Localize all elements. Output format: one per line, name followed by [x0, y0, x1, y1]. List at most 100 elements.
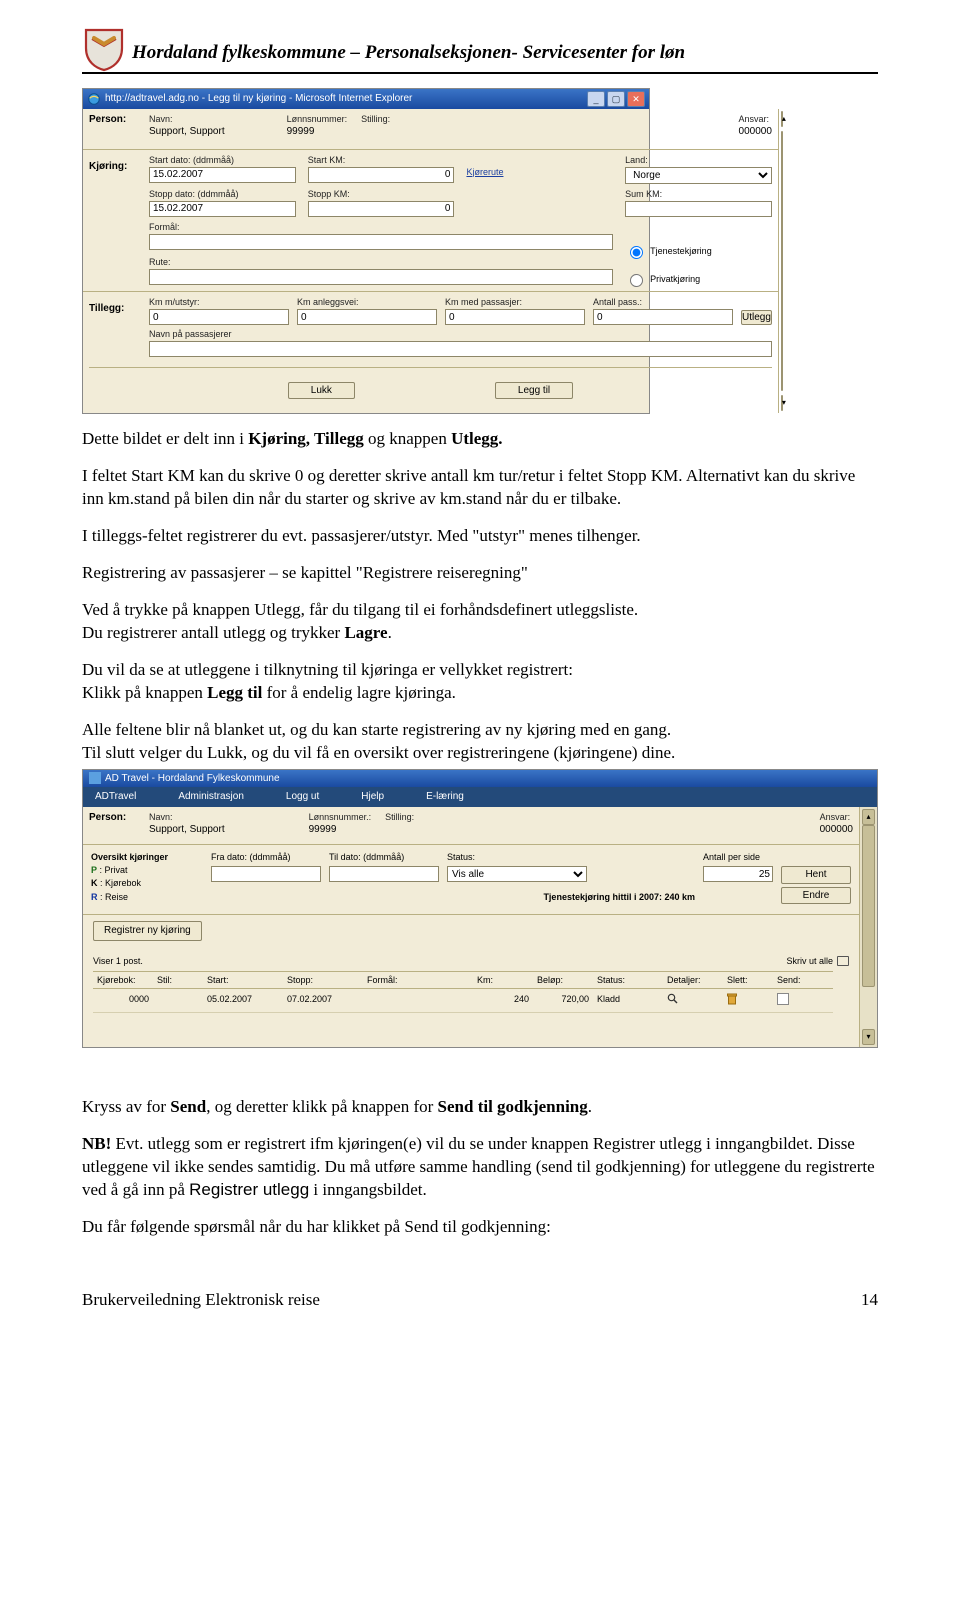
overview-window: AD Travel - Hordaland Fylkeskommune ADTr… — [82, 769, 878, 1049]
ss2-scroll-down[interactable]: ▾ — [862, 1029, 875, 1045]
send-checkbox[interactable] — [777, 993, 789, 1005]
ss2-lonnsnr-label: Lønnsnummer.: — [309, 811, 372, 823]
close-button[interactable]: ✕ — [627, 91, 645, 107]
hent-button[interactable]: Hent — [781, 866, 851, 884]
menu-elearning[interactable]: E-læring — [414, 787, 494, 807]
privatkjoring-radio[interactable]: Privatkjøring — [625, 271, 772, 287]
dialog-legg-til-kjoring: http://adtravel.adg.no - Legg til ny kjø… — [82, 88, 650, 414]
til-dato-input[interactable] — [329, 866, 439, 882]
ss2-scroll-up[interactable]: ▴ — [862, 809, 875, 825]
th-start: Start: — [203, 971, 283, 989]
org-title: Hordaland fylkeskommune – Personalseksjo… — [132, 42, 685, 63]
legend-box: Oversikt kjøringer P : Privat K : Kjøreb… — [91, 851, 211, 904]
sum-km-input[interactable] — [625, 201, 772, 217]
para-3: I tilleggs-feltet registrerer du evt. pa… — [82, 525, 878, 548]
footer-left: Brukerveiledning Elektronisk reise — [82, 1289, 320, 1312]
para-8: Kryss av for Send, og deretter klikk på … — [82, 1096, 878, 1119]
land-label: Land: — [625, 154, 772, 166]
ansvar-label: Ansvar: — [739, 113, 772, 125]
antall-pass-input[interactable] — [593, 309, 733, 325]
page-header: Hordaland fylkeskommune – Personalseksjo… — [82, 28, 878, 74]
ss2-titlebar: AD Travel - Hordaland Fylkeskommune — [83, 770, 877, 788]
menubar: ADTravel Administrasjon Logg ut Hjelp E-… — [83, 787, 877, 807]
ss2-scroll-thumb[interactable] — [862, 825, 875, 988]
menu-admin[interactable]: Administrasjon — [166, 787, 274, 807]
antall-label: Antall per side — [703, 851, 773, 863]
registrer-ny-kjoring-button[interactable]: Registrer ny kjøring — [93, 921, 202, 941]
ss2-stilling-label: Stilling: — [385, 811, 414, 823]
window-titlebar: http://adtravel.adg.no - Legg til ny kjø… — [83, 89, 649, 109]
stopp-dato-input[interactable] — [149, 201, 296, 217]
antall-input[interactable] — [703, 866, 773, 882]
scroll-thumb[interactable] — [781, 131, 783, 391]
stilling-label: Stilling: — [361, 113, 390, 125]
formal-label: Formål: — [149, 221, 613, 233]
tillegg-label: Tillegg: — [89, 296, 149, 357]
km-anlegg-input[interactable] — [297, 309, 437, 325]
navn-value: Support, Support — [149, 125, 225, 139]
start-km-label: Start KM: — [308, 154, 455, 166]
start-dato-input[interactable] — [149, 167, 296, 183]
minimize-button[interactable]: _ — [587, 91, 605, 107]
th-detaljer: Detaljer: — [663, 971, 723, 989]
ss2-vertical-scrollbar[interactable]: ▴ ▾ — [859, 807, 877, 1048]
start-dato-label: Start dato: (ddmmåå) — [149, 154, 296, 166]
start-km-input[interactable] — [308, 167, 455, 183]
td-formal — [363, 989, 473, 1013]
para-5: Ved å trykke på knappen Utlegg, får du t… — [82, 599, 878, 645]
ss2-navn-value: Support, Support — [149, 823, 225, 837]
km-utstyr-input[interactable] — [149, 309, 289, 325]
para-10: Du får følgende spørsmål når du har klik… — [82, 1216, 878, 1239]
para-1: Dette bildet er delt inn i Kjøring, Till… — [82, 428, 878, 451]
vertical-scrollbar[interactable]: ▴ ▾ — [778, 109, 779, 413]
kjoring-label: Kjøring: — [89, 154, 149, 287]
skriv-ut-alle-link[interactable]: Skriv ut alle — [786, 955, 849, 967]
menu-logout[interactable]: Logg ut — [274, 787, 349, 807]
lukk-button[interactable]: Lukk — [288, 382, 355, 399]
formal-input[interactable] — [149, 234, 613, 250]
utlegg-button[interactable]: Utlegg — [741, 310, 772, 325]
ss2-lonnsnr-value: 99999 — [309, 823, 372, 837]
tillegg-section: Tillegg: Km m/utstyr: Km anleggsvei: Km … — [83, 291, 778, 361]
scroll-up-arrow[interactable]: ▴ — [781, 111, 783, 127]
navn-label: Navn: — [149, 113, 225, 125]
window-title: http://adtravel.adg.no - Legg til ny kjø… — [105, 92, 585, 106]
fra-dato-label: Fra dato: (ddmmåå) — [211, 851, 321, 863]
km-pass-input[interactable] — [445, 309, 585, 325]
menu-help[interactable]: Hjelp — [349, 787, 414, 807]
legg-til-button[interactable]: Legg til — [495, 382, 573, 399]
scroll-down-arrow[interactable]: ▾ — [781, 395, 783, 411]
crest-icon — [82, 28, 126, 72]
endre-button[interactable]: Endre — [781, 887, 851, 905]
navn-pass-label: Navn på passasjerer — [149, 328, 772, 340]
trash-icon — [727, 993, 737, 1005]
ansvar-value: 000000 — [739, 125, 772, 139]
printer-icon — [837, 956, 849, 966]
ss2-ansvar-value: 000000 — [820, 823, 853, 837]
rute-input[interactable] — [149, 269, 613, 285]
lonnsnr-label: Lønnsnummer: — [287, 113, 348, 125]
td-detaljer[interactable] — [663, 989, 723, 1013]
person-label: Person: — [89, 113, 149, 139]
kjoringer-table: Kjørebok: Stil: Start: Stopp: Formål: Km… — [93, 971, 849, 1013]
km-anlegg-label: Km anleggsvei: — [297, 296, 437, 308]
td-kjorebok: 0000 — [93, 989, 153, 1013]
ss2-person-row: Person: Navn:Support, Support Lønnsnumme… — [83, 807, 859, 846]
stopp-km-input[interactable] — [308, 201, 455, 217]
status-select[interactable]: Vis alle — [447, 866, 587, 882]
land-select[interactable]: Norge — [625, 167, 772, 184]
td-send[interactable] — [773, 989, 833, 1013]
td-slett[interactable] — [723, 989, 773, 1013]
fra-dato-input[interactable] — [211, 866, 321, 882]
tjenestekjoring-radio[interactable]: Tjenestekjøring — [625, 243, 772, 259]
kjorerute-link[interactable]: Kjørerute — [466, 166, 613, 178]
menu-adtravel[interactable]: ADTravel — [83, 787, 166, 807]
maximize-button[interactable]: ▢ — [607, 91, 625, 107]
td-belop: 720,00 — [533, 989, 593, 1013]
para-9: NB! Evt. utlegg som er registrert ifm kj… — [82, 1133, 878, 1202]
para-4: Registrering av passasjerer – se kapitte… — [82, 562, 878, 585]
legend-title: Oversikt kjøringer — [91, 852, 168, 862]
tjenestekjoring-summary: Tjenestekjøring hittil i 2007: 240 km — [447, 887, 695, 903]
navn-pass-input[interactable] — [149, 341, 772, 357]
sum-km-label: Sum KM: — [625, 188, 772, 200]
